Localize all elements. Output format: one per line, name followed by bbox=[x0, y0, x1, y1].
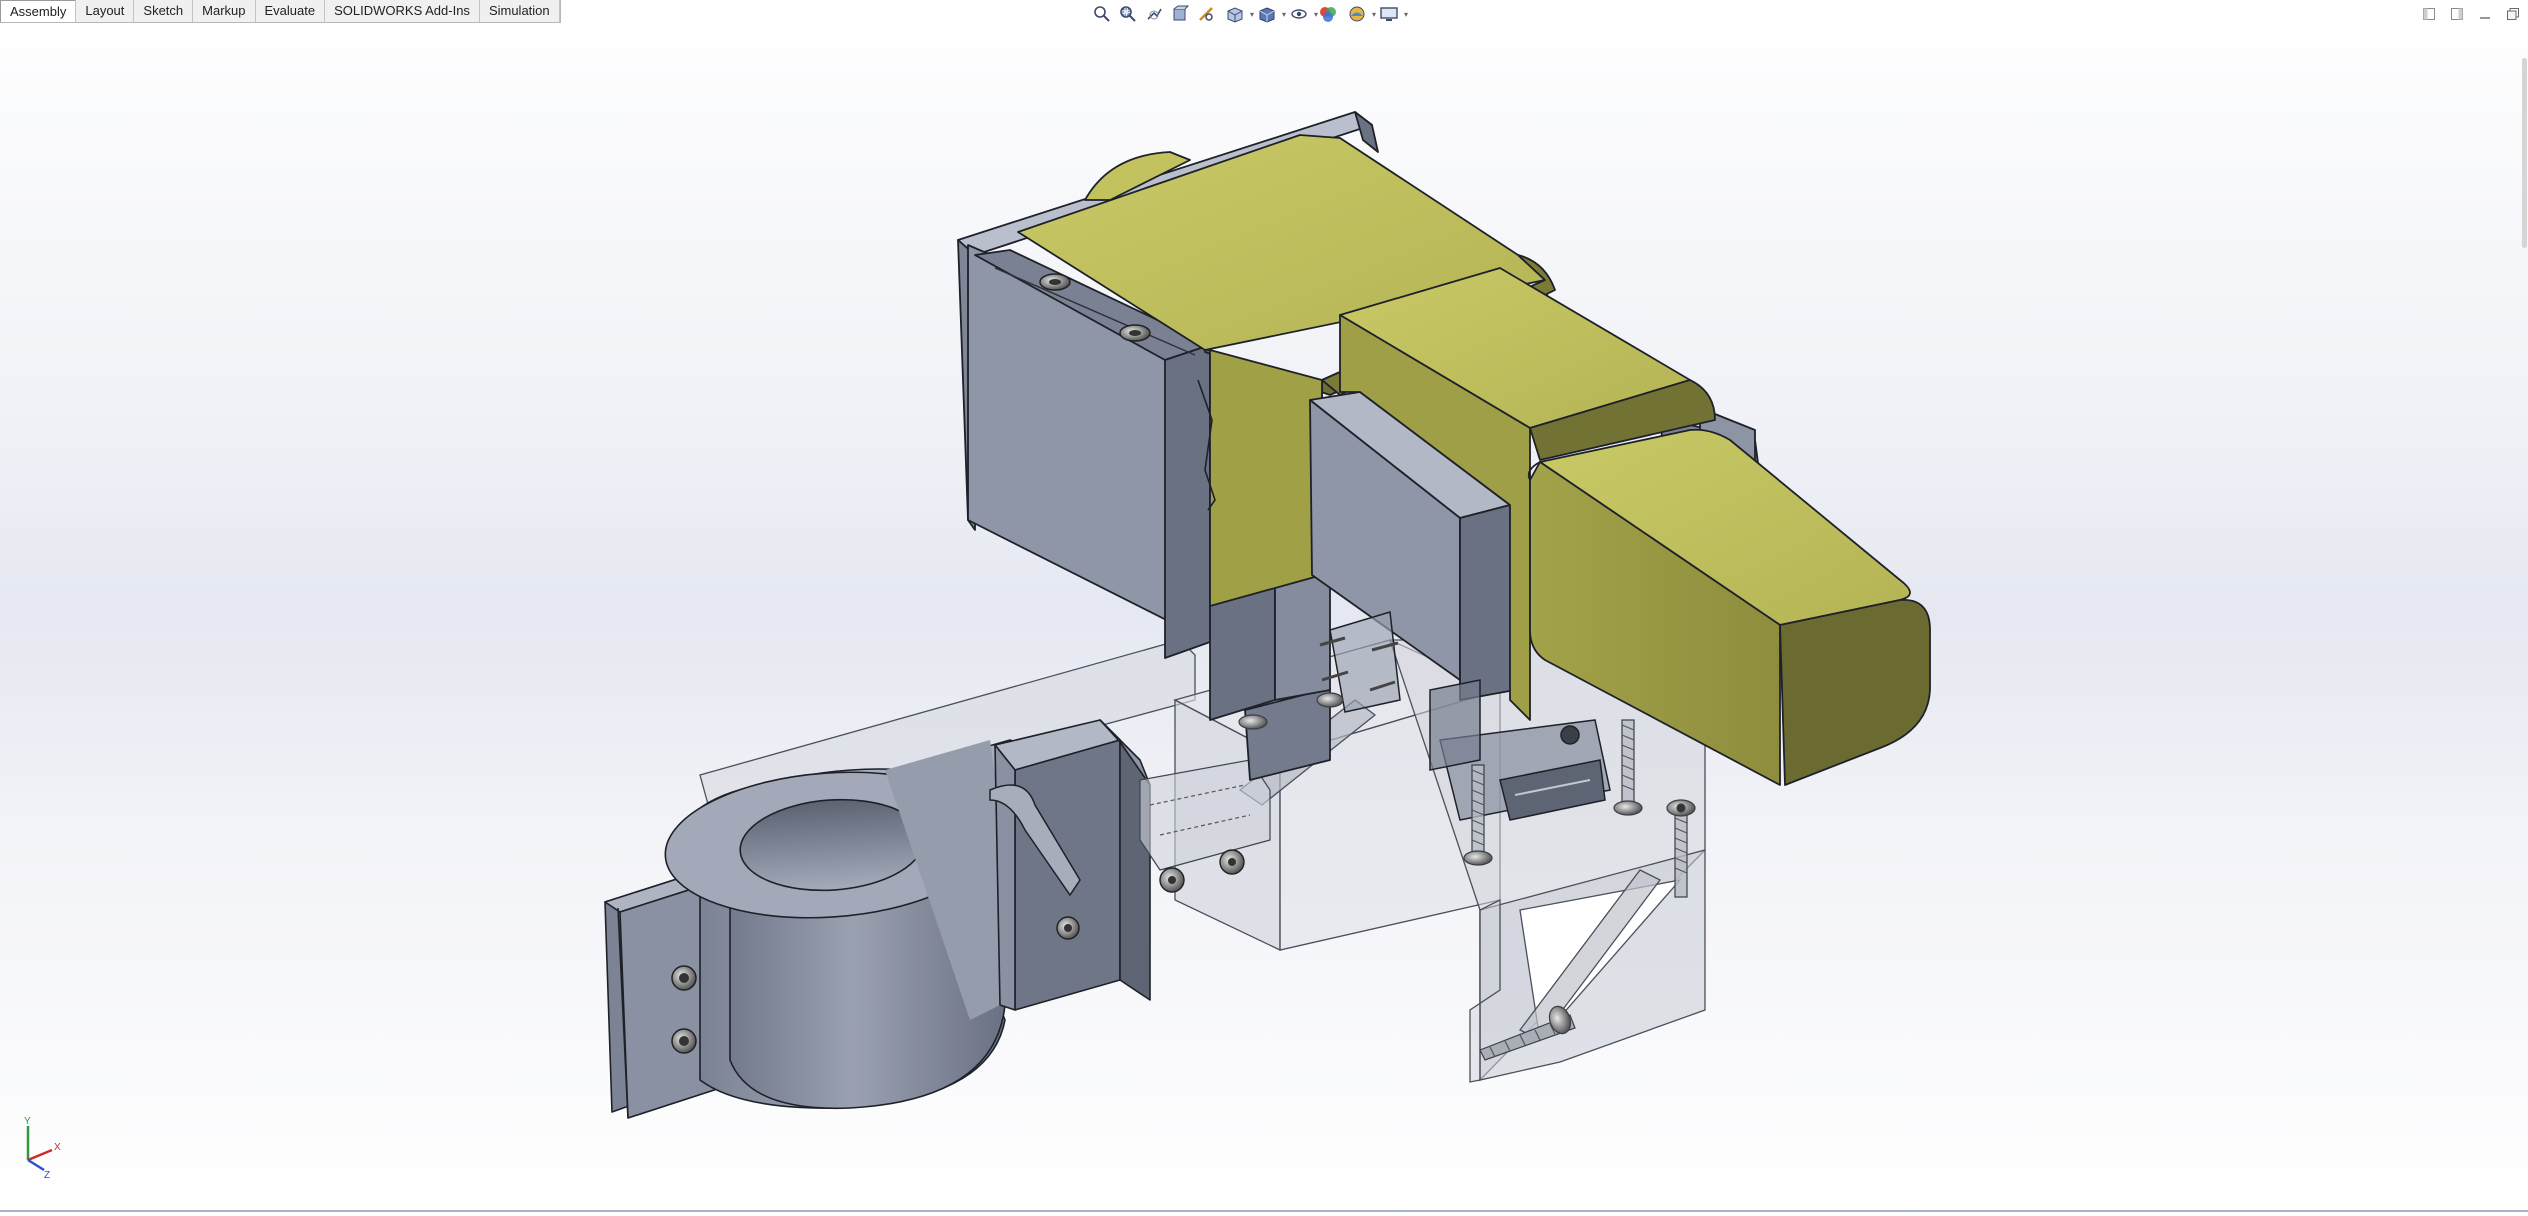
section-view-icon[interactable] bbox=[1168, 1, 1192, 27]
zoom-to-fit-icon[interactable] bbox=[1090, 1, 1114, 27]
tab-markup[interactable]: Markup bbox=[193, 0, 256, 22]
tab-solidworks-addins[interactable]: SOLIDWORKS Add-Ins bbox=[325, 0, 480, 22]
zoom-to-area-icon[interactable] bbox=[1116, 1, 1140, 27]
dynamic-annotation-icon[interactable] bbox=[1194, 1, 1218, 27]
triad-y-label: Y bbox=[24, 1116, 31, 1127]
tab-evaluate[interactable]: Evaluate bbox=[255, 0, 326, 22]
triad-x-label: X bbox=[54, 1142, 61, 1153]
hide-show-items-icon[interactable]: ▾ bbox=[1284, 1, 1318, 27]
apply-scene-icon[interactable]: ▾ bbox=[1342, 1, 1376, 27]
view-orientation-icon[interactable]: ▾ bbox=[1220, 1, 1254, 27]
display-style-icon[interactable]: ▾ bbox=[1252, 1, 1286, 27]
coordinate-triad: Y X Z bbox=[24, 1116, 61, 1181]
tab-simulation[interactable]: Simulation bbox=[479, 0, 560, 22]
scrollbar-thumb[interactable] bbox=[2522, 58, 2527, 248]
document-window-controls bbox=[2420, 0, 2528, 28]
tab-sketch[interactable]: Sketch bbox=[134, 0, 194, 22]
tab-assembly[interactable]: Assembly bbox=[0, 0, 77, 22]
minimize-icon[interactable] bbox=[2476, 5, 2494, 23]
heads-up-view-toolbar: ▾ ▾ ▾ ▾ ▾ bbox=[1090, 0, 1408, 28]
tab-layout[interactable]: Layout bbox=[76, 0, 135, 22]
graphics-area-assembly-model[interactable]: Y X Z bbox=[0, 30, 2528, 1206]
viewport-bottom-border bbox=[0, 1210, 2528, 1212]
maximize-icon[interactable] bbox=[2504, 5, 2522, 23]
triad-z-label: Z bbox=[44, 1170, 50, 1181]
view-settings-icon[interactable]: ▾ bbox=[1374, 1, 1408, 27]
graphics-scrollbar[interactable] bbox=[2520, 28, 2528, 1208]
previous-view-icon[interactable] bbox=[1142, 1, 1166, 27]
command-manager-tabs: Assembly Layout Sketch Markup Evaluate S… bbox=[0, 0, 561, 23]
restore-left-icon[interactable] bbox=[2420, 5, 2438, 23]
edit-appearance-icon[interactable] bbox=[1316, 1, 1340, 27]
chevron-down-icon: ▾ bbox=[1403, 10, 1408, 19]
restore-right-icon[interactable] bbox=[2448, 5, 2466, 23]
